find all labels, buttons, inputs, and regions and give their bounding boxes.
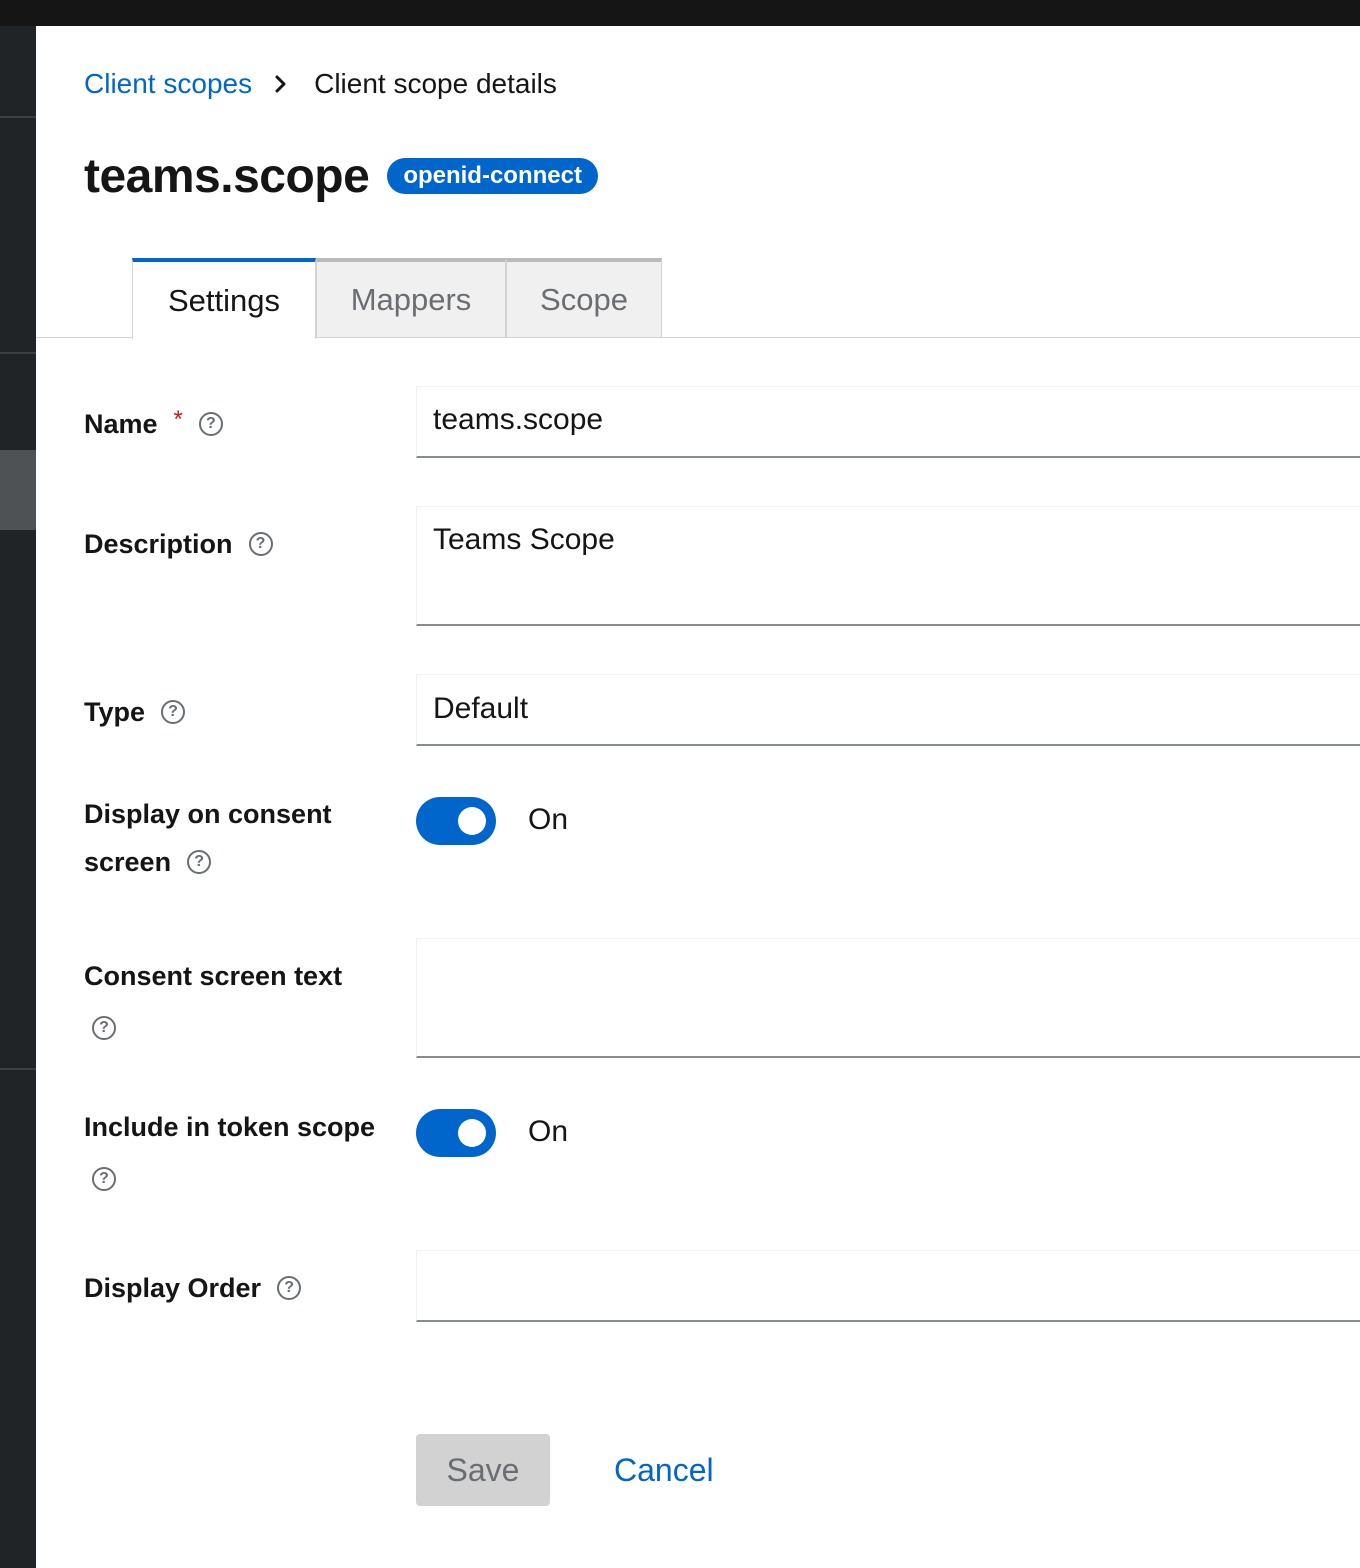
include-token-toggle[interactable]: [416, 1109, 496, 1157]
display-on-consent-label-row: Display on consent screen?: [84, 790, 332, 886]
sidebar-item-active[interactable]: [0, 450, 36, 530]
name-input[interactable]: teams.scope: [416, 386, 1360, 458]
sidebar-divider: [0, 352, 36, 354]
help-icon[interactable]: ?: [187, 849, 212, 874]
tab-mappers[interactable]: Mappers: [316, 258, 506, 338]
help-icon[interactable]: ?: [198, 411, 223, 436]
protocol-badge: openid-connect: [387, 158, 598, 194]
required-indicator: *: [173, 406, 183, 433]
display-on-consent-label-line1: Display on consent: [84, 799, 332, 829]
sidebar-nav: [0, 26, 36, 1568]
breadcrumb-link-client-scopes[interactable]: Client scopes: [84, 68, 252, 100]
display-order-label-row: Display Order?: [84, 1264, 302, 1312]
cancel-button[interactable]: Cancel: [614, 1446, 714, 1494]
help-icon[interactable]: ?: [248, 531, 273, 556]
display-on-consent-toggle[interactable]: [416, 797, 496, 845]
help-icon[interactable]: ?: [277, 1275, 302, 1300]
include-token-state: On: [528, 1115, 569, 1148]
consent-text-textarea[interactable]: [416, 938, 1360, 1058]
type-select-value: Default: [433, 692, 529, 725]
description-value: Teams Scope: [433, 523, 615, 556]
display-on-consent-label-line2: screen: [84, 847, 172, 877]
display-order-label: Display Order: [84, 1273, 262, 1303]
display-order-input[interactable]: [416, 1250, 1360, 1322]
consent-text-label: Consent screen text: [84, 961, 343, 991]
help-icon[interactable]: ?: [161, 699, 186, 724]
save-button[interactable]: Save: [416, 1434, 550, 1506]
chevron-right-icon: [274, 74, 288, 94]
type-select[interactable]: Default: [416, 674, 1360, 746]
sidebar-divider: [0, 116, 36, 118]
include-token-label: Include in token scope: [84, 1112, 376, 1142]
main-content: Client scopes Client scope details teams…: [36, 26, 1360, 1568]
breadcrumb: Client scopes Client scope details: [84, 66, 557, 102]
type-label: Type: [84, 697, 146, 727]
breadcrumb-current: Client scope details: [314, 68, 557, 99]
tab-bar: Settings Mappers Scope: [132, 258, 662, 339]
tab-settings[interactable]: Settings: [132, 258, 316, 339]
toggle-knob: [458, 1119, 486, 1147]
description-label-row: Description?: [84, 520, 273, 568]
page-header: teams.scope openid-connect: [84, 146, 598, 206]
display-on-consent-state: On: [528, 803, 569, 836]
description-label: Description: [84, 529, 233, 559]
name-label: Name: [84, 409, 158, 439]
help-icon[interactable]: ?: [92, 1166, 116, 1191]
page-title: teams.scope: [84, 149, 370, 203]
description-textarea[interactable]: Teams Scope: [416, 506, 1360, 626]
name-input-value: teams.scope: [433, 403, 604, 436]
help-icon[interactable]: ?: [92, 1015, 116, 1040]
consent-text-label-row: Consent screen text ?: [84, 952, 342, 1052]
tab-scope[interactable]: Scope: [506, 258, 662, 338]
top-masthead: [0, 0, 1360, 26]
type-label-row: Type?: [84, 688, 186, 736]
include-token-label-row: Include in token scope ?: [84, 1103, 375, 1203]
toggle-knob: [458, 807, 486, 835]
sidebar-divider: [0, 1068, 36, 1070]
name-label-row: Name *?: [84, 400, 223, 450]
